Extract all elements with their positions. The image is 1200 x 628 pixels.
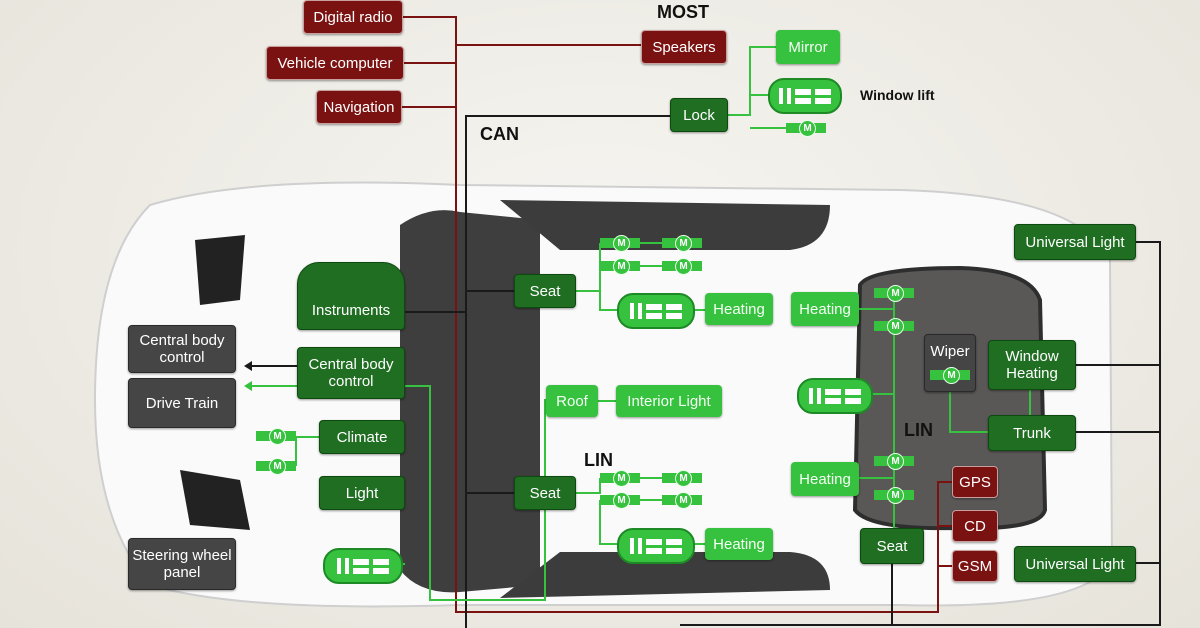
light-node[interactable]: Light — [319, 476, 405, 510]
car-and-bus-lines — [93, 16, 1161, 628]
digital-radio-node[interactable]: Digital radio — [303, 0, 403, 34]
rear-switch-icon — [797, 378, 873, 414]
motor-icon: M — [256, 428, 296, 445]
front-seat-node[interactable]: Seat — [514, 274, 576, 308]
motor-symbol: M — [613, 470, 630, 487]
roof-node[interactable]: Roof — [546, 385, 598, 417]
motor-symbol: M — [613, 235, 630, 252]
universal-light-top-node[interactable]: Universal Light — [1014, 224, 1136, 260]
window-lift-switch-icon — [768, 78, 842, 114]
motor-icon: M — [874, 453, 914, 470]
motor-symbol: M — [887, 285, 904, 302]
motor-icon: M — [662, 235, 702, 252]
front-seat-heating-node[interactable]: Heating — [705, 293, 773, 325]
window-lift-label: Window lift — [860, 87, 935, 103]
vehicle-computer-node[interactable]: Vehicle computer — [266, 46, 404, 80]
rear-seat-ecu-node[interactable]: Seat — [860, 528, 924, 564]
motor-icon: M — [662, 470, 702, 487]
interior-light-node[interactable]: Interior Light — [616, 385, 722, 417]
universal-light-bottom-node[interactable]: Universal Light — [1014, 546, 1136, 582]
instruments-node[interactable]: Instruments — [297, 262, 405, 330]
rear-seat-heating-node[interactable]: Heating — [705, 528, 773, 560]
motor-symbol: M — [675, 470, 692, 487]
motor-icon: M — [256, 458, 296, 475]
mirror-node[interactable]: Mirror — [776, 30, 840, 64]
drive-train-node[interactable]: Drive Train — [128, 378, 236, 428]
motor-symbol: M — [613, 492, 630, 509]
motor-icon: M — [874, 285, 914, 302]
motor-symbol: M — [887, 318, 904, 335]
windshield — [400, 210, 540, 593]
motor-symbol: M — [799, 120, 816, 137]
motor-symbol: M — [675, 235, 692, 252]
motor-icon: M — [600, 235, 640, 252]
cd-node[interactable]: CD — [952, 510, 998, 542]
rear-seat-node[interactable]: Seat — [514, 476, 576, 510]
motor-icon: M — [874, 487, 914, 504]
seat-switch-icon — [617, 293, 695, 329]
motor-icon: M — [600, 258, 640, 275]
external-central-body-control[interactable]: Central body control — [128, 325, 236, 373]
hood-vent-top — [195, 235, 245, 305]
motor-icon: M — [930, 367, 970, 384]
seat-switch-icon — [617, 528, 695, 564]
motor-icon: M — [600, 470, 640, 487]
instruments-label: Instruments — [311, 302, 391, 319]
motor-symbol: M — [269, 458, 286, 475]
window-heating-node[interactable]: Window Heating — [988, 340, 1076, 390]
motor-symbol: M — [943, 367, 960, 384]
steering-wheel-panel-node[interactable]: Steering wheel panel — [128, 538, 236, 590]
rear-heating-top-node[interactable]: Heating — [791, 292, 859, 326]
lin-bus-label-front: LIN — [584, 450, 613, 470]
motor-symbol: M — [269, 428, 286, 445]
gps-node[interactable]: GPS — [952, 466, 998, 498]
lin-bus-label-rear: LIN — [904, 420, 933, 440]
motor-icon: M — [600, 492, 640, 509]
motor-symbol: M — [887, 453, 904, 470]
speakers-node[interactable]: Speakers — [641, 30, 727, 64]
motor-icon: M — [662, 258, 702, 275]
motor-icon: M — [662, 492, 702, 509]
motor-icon: M — [786, 120, 826, 137]
motor-symbol: M — [887, 487, 904, 504]
trunk-node[interactable]: Trunk — [988, 415, 1076, 451]
steering-switch-icon — [323, 548, 403, 584]
central-body-control-node[interactable]: Central body control — [297, 347, 405, 399]
navigation-node[interactable]: Navigation — [316, 90, 402, 124]
motor-symbol: M — [675, 492, 692, 509]
motor-symbol: M — [675, 258, 692, 275]
can-bus-label: CAN — [480, 124, 519, 144]
rear-heating-bottom-node[interactable]: Heating — [791, 462, 859, 496]
gsm-node[interactable]: GSM — [952, 550, 998, 582]
motor-symbol: M — [613, 258, 630, 275]
car-network-diagram: MOST CAN LIN LIN Window lift Digital rad… — [0, 0, 1200, 628]
wiper-label: Wiper — [930, 343, 970, 360]
climate-node[interactable]: Climate — [319, 420, 405, 454]
motor-icon: M — [874, 318, 914, 335]
lock-node[interactable]: Lock — [670, 98, 728, 132]
most-bus-label: MOST — [657, 2, 709, 22]
